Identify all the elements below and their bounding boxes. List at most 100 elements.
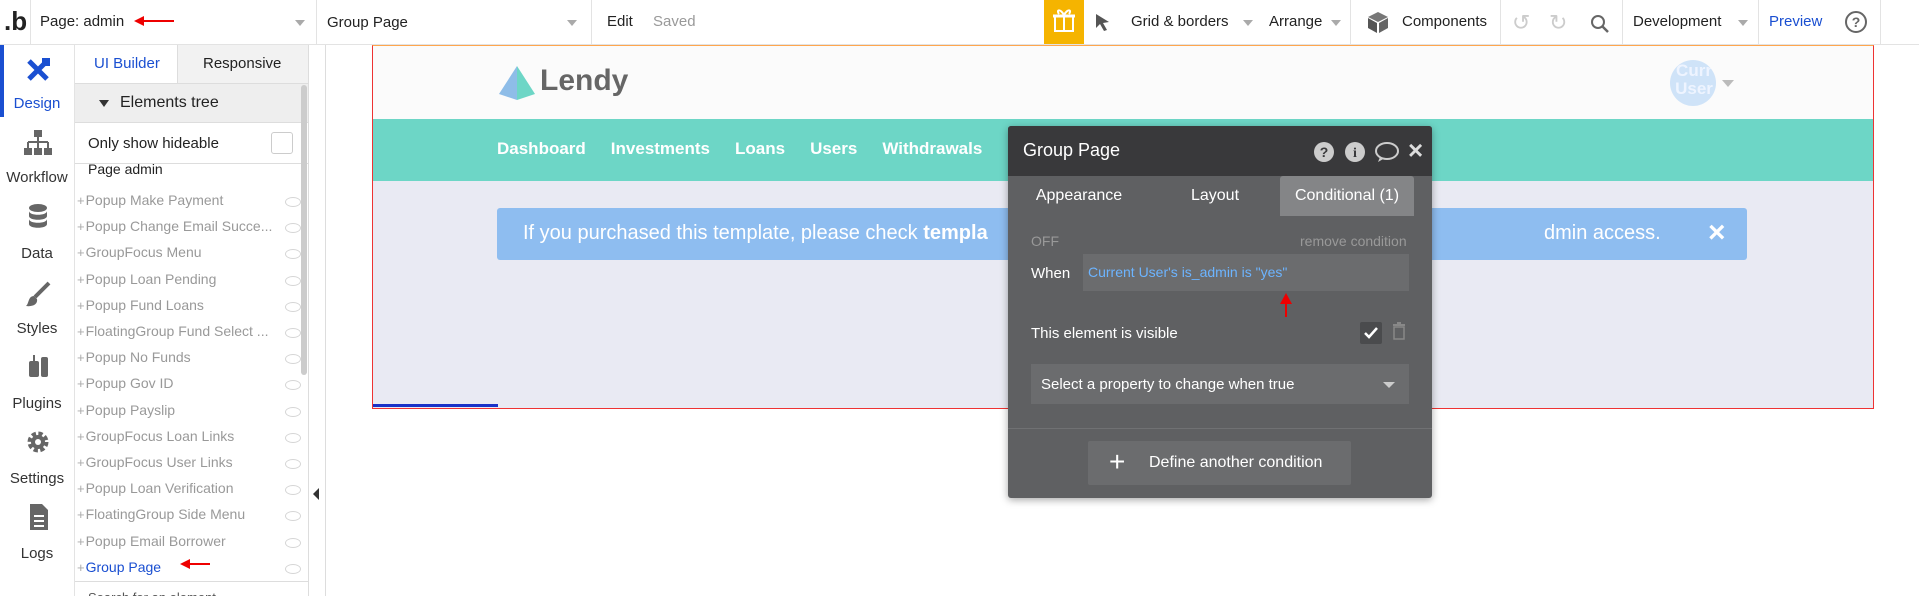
panel-scrollbar[interactable]: [301, 85, 307, 375]
app-nav-link[interactable]: Withdrawals: [882, 139, 982, 159]
gift-icon[interactable]: [1044, 0, 1084, 44]
dialog-tab[interactable]: Conditional (1): [1280, 176, 1414, 216]
expand-plus-icon[interactable]: +: [77, 272, 85, 287]
tree-item[interactable]: +Popup Loan Verification: [77, 480, 282, 496]
eye-icon[interactable]: [285, 275, 301, 286]
edit-button[interactable]: Edit: [607, 13, 633, 30]
expand-plus-icon[interactable]: +: [77, 350, 85, 365]
eye-icon[interactable]: [285, 406, 301, 417]
expand-plus-icon[interactable]: +: [77, 324, 85, 339]
tree-item[interactable]: +Popup Payslip: [77, 402, 282, 418]
expand-plus-icon[interactable]: +: [77, 245, 85, 260]
tree-item[interactable]: +Popup Loan Pending: [77, 271, 282, 287]
expand-plus-icon[interactable]: +: [77, 481, 85, 496]
search-icon[interactable]: [1589, 13, 1611, 35]
expand-plus-icon[interactable]: +: [77, 507, 85, 522]
expand-plus-icon[interactable]: +: [77, 429, 85, 444]
eye-icon[interactable]: [285, 301, 301, 312]
rail-design[interactable]: Design: [0, 53, 74, 117]
trash-icon[interactable]: [1391, 321, 1407, 341]
close-icon[interactable]: ×: [1708, 216, 1726, 250]
tree-item[interactable]: +GroupFocus Loan Links: [77, 428, 282, 444]
cursor-select-icon[interactable]: [1093, 12, 1113, 32]
info-icon[interactable]: i: [1344, 141, 1366, 163]
preview-link[interactable]: Preview: [1769, 13, 1822, 30]
condition-expression-field[interactable]: Current User's is_admin is "yes": [1083, 254, 1409, 291]
tree-item[interactable]: +Popup Gov ID: [77, 375, 282, 391]
tree-item[interactable]: +Popup Make Payment: [77, 192, 282, 208]
rail-plugins[interactable]: Plugins: [0, 353, 74, 417]
tree-item[interactable]: +Popup Fund Loans: [77, 297, 282, 313]
rail-styles[interactable]: Styles: [0, 278, 74, 342]
eye-icon[interactable]: [285, 380, 301, 391]
brand-name: Lendy: [540, 64, 629, 97]
expand-plus-icon[interactable]: +: [77, 560, 85, 575]
visible-checkbox[interactable]: [1360, 322, 1382, 344]
rail-data[interactable]: Data: [0, 203, 74, 267]
app-nav-link[interactable]: Dashboard: [497, 139, 586, 159]
chevron-down-icon[interactable]: [1738, 20, 1748, 26]
tree-item[interactable]: +FloatingGroup Fund Select ...: [77, 323, 282, 339]
tree-item[interactable]: +GroupFocus User Links: [77, 454, 282, 470]
tree-item[interactable]: +Popup Email Borrower: [77, 533, 282, 549]
eye-icon[interactable]: [285, 563, 301, 574]
element-search-partial[interactable]: Search for an element: [88, 589, 288, 596]
chevron-down-icon[interactable]: [567, 20, 577, 26]
collapse-panel-handle[interactable]: [313, 488, 319, 500]
chevron-down-icon[interactable]: [1243, 20, 1253, 26]
app-nav-link[interactable]: Loans: [735, 139, 785, 159]
development-selector[interactable]: Development: [1633, 13, 1721, 30]
bubble-logo-icon[interactable]: .b: [4, 8, 28, 34]
grid-borders-menu[interactable]: Grid & borders: [1131, 13, 1229, 30]
close-icon[interactable]: ×: [1408, 135, 1423, 166]
tree-item[interactable]: +FloatingGroup Side Menu: [77, 506, 282, 522]
remove-condition-link[interactable]: remove condition: [1300, 233, 1407, 249]
eye-icon[interactable]: [285, 354, 301, 365]
define-another-condition-button[interactable]: + Define another condition: [1088, 441, 1351, 485]
expand-plus-icon[interactable]: +: [77, 376, 85, 391]
eye-icon[interactable]: [285, 328, 301, 338]
app-nav-link[interactable]: Users: [810, 139, 857, 159]
expand-plus-icon[interactable]: +: [77, 403, 85, 418]
dialog-header[interactable]: Group Page ? i ×: [1008, 126, 1432, 176]
tree-item[interactable]: +Popup No Funds: [77, 349, 282, 365]
rail-settings[interactable]: Settings: [0, 428, 74, 492]
eye-icon[interactable]: [285, 223, 301, 234]
select-property-dropdown[interactable]: Select a property to change when true: [1031, 364, 1409, 404]
redo-icon[interactable]: ↻: [1549, 10, 1567, 36]
expand-plus-icon[interactable]: +: [77, 193, 85, 208]
arrange-menu[interactable]: Arrange: [1269, 13, 1322, 30]
components-button[interactable]: Components: [1402, 13, 1487, 30]
undo-icon[interactable]: ↺: [1512, 10, 1530, 36]
rail-workflow[interactable]: Workflow: [0, 127, 74, 191]
avatar[interactable]: Curr User: [1670, 60, 1716, 106]
eye-icon[interactable]: [285, 537, 301, 548]
eye-icon[interactable]: [285, 485, 301, 496]
chevron-down-icon[interactable]: [295, 20, 305, 26]
plus-icon: +: [1109, 446, 1126, 477]
avatar-chevron-icon[interactable]: [1722, 80, 1734, 87]
dialog-tab[interactable]: Appearance: [1008, 176, 1150, 216]
expand-plus-icon[interactable]: +: [77, 534, 85, 549]
help-icon[interactable]: ?: [1844, 10, 1868, 34]
expand-plus-icon[interactable]: +: [77, 219, 85, 234]
eye-icon[interactable]: [285, 459, 301, 469]
tree-item[interactable]: +Popup Change Email Succe...: [77, 218, 282, 234]
rail-logs[interactable]: Logs: [0, 503, 74, 567]
tree-item[interactable]: +GroupFocus Menu: [77, 244, 282, 260]
eye-icon[interactable]: [285, 249, 301, 260]
expand-plus-icon[interactable]: +: [77, 455, 85, 470]
chevron-down-icon[interactable]: [1331, 20, 1341, 26]
app-nav-link[interactable]: Investments: [611, 139, 710, 159]
dialog-tab[interactable]: Layout: [1150, 176, 1280, 216]
expand-plus-icon[interactable]: +: [77, 298, 85, 313]
element-selector[interactable]: Group Page: [327, 14, 408, 31]
banner-text: If you purchased this template, please c…: [523, 222, 988, 244]
eye-icon[interactable]: [285, 432, 301, 443]
eye-icon[interactable]: [285, 511, 301, 522]
help-icon[interactable]: ?: [1313, 141, 1335, 163]
cube-icon[interactable]: [1366, 10, 1390, 34]
eye-icon[interactable]: [285, 197, 301, 207]
page-selector[interactable]: Page: admin: [40, 13, 124, 30]
comment-icon[interactable]: [1374, 141, 1400, 163]
